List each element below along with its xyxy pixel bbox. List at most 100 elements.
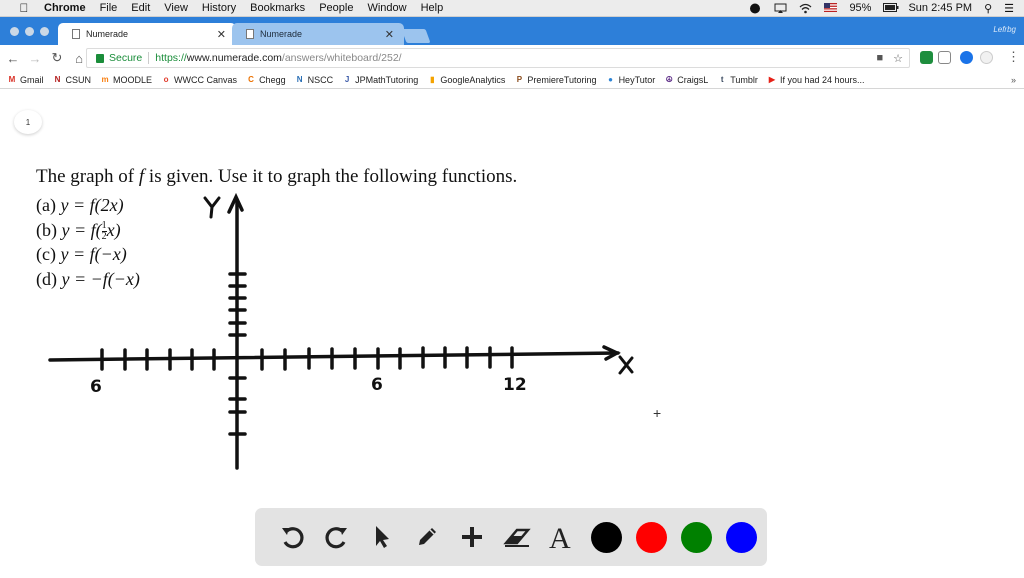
battery-icon[interactable] <box>883 2 899 14</box>
analytics-icon: ▮ <box>430 74 435 84</box>
tab-title: Numerade <box>260 29 303 39</box>
color-swatch-blue[interactable] <box>726 521 757 553</box>
forward-icon[interactable]: → <box>26 51 44 66</box>
pen-icon <box>418 528 436 545</box>
add-button[interactable] <box>449 517 494 557</box>
tab-title: Numerade <box>86 29 129 39</box>
bookmark-item[interactable]: J JPMathTutoring <box>342 75 418 85</box>
back-icon[interactable]: ← <box>4 51 22 66</box>
menu-people[interactable]: People <box>319 2 353 14</box>
color-swatch-red[interactable] <box>636 521 667 553</box>
bookmark-label: GoogleAnalytics <box>440 74 506 85</box>
tick-label-12: 12 <box>503 375 527 395</box>
bookmark-item[interactable]: o WWCC Canvas <box>161 75 237 85</box>
text-icon: A <box>549 524 571 550</box>
eraser-icon <box>502 528 531 547</box>
menu-window[interactable]: Window <box>367 2 406 14</box>
pointer-button[interactable] <box>359 517 404 557</box>
menu-file[interactable]: File <box>100 2 118 14</box>
text-button[interactable]: A <box>539 517 584 557</box>
canvas-icon: o <box>163 74 169 84</box>
moodle-icon: m <box>101 74 109 84</box>
color-swatch-green[interactable] <box>681 521 712 553</box>
bookmark-item[interactable]: C Chegg <box>246 74 286 85</box>
url-protocol: https:// <box>155 52 187 64</box>
drawing-toolbar: A <box>255 508 767 566</box>
bookmark-item[interactable]: P PremiereTutoring <box>514 74 597 85</box>
bookmark-label: Gmail <box>20 74 44 85</box>
undo-button[interactable] <box>269 517 314 557</box>
bookmark-item[interactable]: ▮ GoogleAnalytics <box>427 75 505 85</box>
peace-icon: ☮ <box>665 74 673 84</box>
lock-icon[interactable] <box>96 53 104 63</box>
pen-button[interactable] <box>404 517 449 557</box>
menu-history[interactable]: History <box>202 2 236 14</box>
whiteboard-canvas[interactable]: 1 The graph of f is given. Use it to gra… <box>0 90 1024 578</box>
more-bookmarks-icon[interactable]: » <box>1011 75 1016 85</box>
menu-app-name[interactable]: Chrome <box>44 2 86 14</box>
extension-icon[interactable] <box>960 51 973 64</box>
address-bar[interactable]: Secure https:// www.numerade.com /answer… <box>86 48 910 68</box>
crosshair-cursor-icon: + <box>653 405 662 421</box>
bookmark-label: PremiereTutoring <box>527 74 597 85</box>
gmail-icon: M <box>8 74 16 84</box>
status-face-icon[interactable] <box>749 3 762 14</box>
menu-bookmarks[interactable]: Bookmarks <box>250 2 305 14</box>
profile-name[interactable]: Lefrbg <box>993 25 1016 34</box>
tab-numerade-inactive[interactable]: Numerade ✕ <box>232 23 404 45</box>
apple-menu-icon[interactable]:  <box>14 1 34 15</box>
zoom-window-icon[interactable] <box>40 27 49 36</box>
browser-toolbar: ← → ↻ ⌂ Secure https:// www.numerade.com… <box>0 45 1024 71</box>
camera-icon[interactable]: ■ <box>876 52 883 65</box>
cast-icon[interactable] <box>938 51 951 64</box>
chrome-menu-icon[interactable]: ⋮ <box>1007 49 1020 65</box>
bookmark-label: NSCC <box>307 74 334 85</box>
tab-numerade-active[interactable]: Numerade ✕ <box>58 23 236 45</box>
pointer-icon <box>375 526 389 548</box>
bookmark-item[interactable]: N NSCC <box>295 74 334 85</box>
extension-icon[interactable] <box>920 51 933 64</box>
bookmark-star-icon[interactable]: ☆ <box>893 52 903 65</box>
browser-tab-strip: Numerade ✕ Numerade ✕ Lefrbg <box>0 17 1024 45</box>
reload-icon[interactable]: ↻ <box>48 50 66 66</box>
bookmark-item[interactable]: M Gmail <box>7 75 44 85</box>
menu-view[interactable]: View <box>164 2 188 14</box>
close-tab-icon[interactable]: ✕ <box>385 28 394 41</box>
color-swatch-black[interactable] <box>591 521 622 553</box>
add-icon <box>461 527 482 547</box>
bookmark-item[interactable]: ☮ CraigsL <box>664 74 709 85</box>
menubar-status-area: 95% Sun 2:45 PM ⚲ ☰ <box>749 2 1024 15</box>
hand-drawn-axes: 6 6 12 <box>48 192 634 470</box>
us-flag-icon[interactable] <box>824 2 838 14</box>
bookmark-item[interactable]: m MOODLE <box>100 75 152 85</box>
notification-center-icon[interactable]: ☰ <box>1004 2 1014 15</box>
bookmark-item[interactable]: N CSUN <box>53 74 92 85</box>
bookmark-item[interactable]: ● HeyTutor <box>606 75 655 85</box>
new-tab-button[interactable] <box>401 29 431 43</box>
redo-button[interactable] <box>314 517 359 557</box>
minimize-window-icon[interactable] <box>25 27 34 36</box>
url-host: www.numerade.com <box>186 52 282 64</box>
macos-menubar:  Chrome File Edit View History Bookmark… <box>0 0 1024 17</box>
bookmark-label: Tumblr <box>730 74 758 85</box>
bookmark-label: JPMathTutoring <box>355 74 419 85</box>
close-window-icon[interactable] <box>10 27 19 36</box>
spotlight-search-icon[interactable]: ⚲ <box>984 2 992 15</box>
airplay-icon[interactable] <box>774 3 787 14</box>
menu-help[interactable]: Help <box>421 2 444 14</box>
page-icon <box>72 29 80 39</box>
bookmark-label: Chegg <box>259 74 286 85</box>
nscc-icon: N <box>296 74 303 84</box>
menu-edit[interactable]: Edit <box>131 2 150 14</box>
y-axis-label-y <box>203 196 221 219</box>
bookmark-item[interactable]: t Tumblr <box>717 75 758 85</box>
wifi-icon[interactable] <box>799 3 812 14</box>
battery-percent: 95% <box>849 2 872 14</box>
clock[interactable]: Sun 2:45 PM <box>908 2 972 14</box>
bookmark-label: CSUN <box>65 74 92 85</box>
eraser-button[interactable] <box>494 517 539 557</box>
extension-icon[interactable] <box>980 51 993 64</box>
bookmark-item[interactable]: ▶ If you had 24 hours... <box>767 75 865 85</box>
close-tab-icon[interactable]: ✕ <box>217 28 226 41</box>
undo-icon <box>281 527 303 549</box>
